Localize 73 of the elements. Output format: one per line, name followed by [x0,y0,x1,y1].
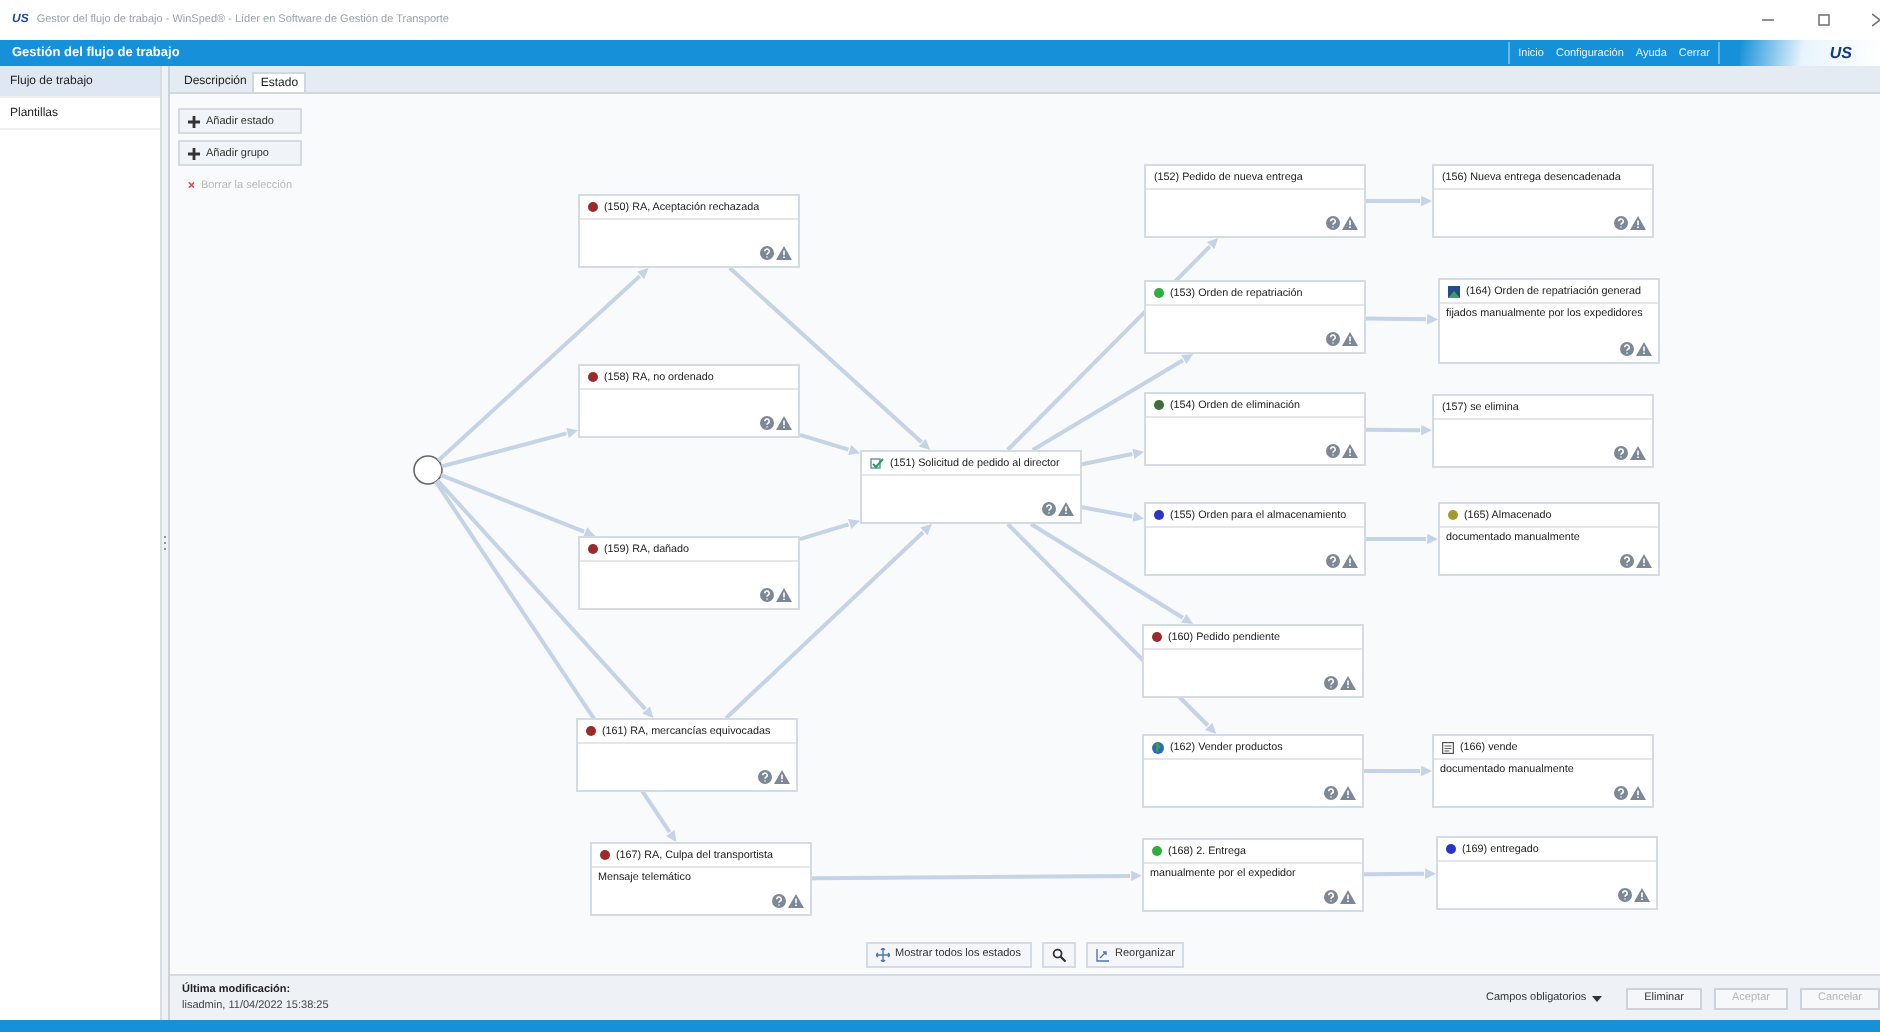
checkmark-icon [870,457,884,469]
warning-icon[interactable] [1058,502,1074,516]
x-icon [188,180,195,190]
maximize-icon[interactable] [1816,12,1832,28]
status-dot [588,202,598,212]
help-icon[interactable] [1326,216,1340,230]
arrange-icon [1095,947,1109,961]
status-dot [1152,632,1162,642]
warning-icon[interactable] [1630,786,1646,800]
status-dot [1446,844,1456,854]
search-icon [1051,947,1065,961]
company-logo: US [1740,40,1880,66]
help-icon[interactable] [1042,502,1056,516]
warning-icon[interactable] [1342,216,1358,230]
help-icon[interactable] [760,416,774,430]
warning-icon[interactable] [1342,554,1358,568]
help-icon[interactable] [1324,676,1338,690]
warning-icon[interactable] [776,416,792,430]
splitter-handle[interactable] [162,66,170,1020]
connector-arrow [1364,765,1432,777]
toolbar-button[interactable] [1041,941,1075,967]
connector-arrow [1366,424,1432,436]
warning-icon[interactable] [1340,786,1356,800]
warning-icon[interactable] [1630,446,1646,460]
status-dot [1152,846,1162,856]
help-icon[interactable] [1324,890,1338,904]
warning-icon[interactable] [1340,890,1356,904]
arrows-icon [875,947,890,961]
warning-icon[interactable] [1636,554,1652,568]
help-icon[interactable] [1620,554,1634,568]
warning-icon[interactable] [1630,216,1646,230]
image-icon [1448,285,1460,297]
help-icon[interactable] [1614,216,1628,230]
help-icon[interactable] [1324,786,1338,800]
start-node[interactable] [413,455,443,485]
status-dot [1154,510,1164,520]
status-dot [1154,288,1164,298]
status-dot [588,372,598,382]
help-icon[interactable] [1326,444,1340,458]
close-icon[interactable] [1872,12,1880,28]
help-icon[interactable] [760,588,774,602]
warning-icon[interactable] [1340,676,1356,690]
help-icon[interactable] [1614,446,1628,460]
help-icon[interactable] [758,770,772,784]
warning-icon[interactable] [788,894,804,908]
help-icon[interactable] [1614,786,1628,800]
warning-icon[interactable] [774,770,790,784]
help-icon[interactable] [772,894,786,908]
help-icon[interactable] [1618,888,1632,902]
connector-arrow [1365,314,1438,325]
status-dot [600,850,610,860]
plus-icon [188,115,200,127]
status-dot [1154,400,1164,410]
status-dot [588,544,598,554]
connector-arrow [1366,195,1432,207]
warning-icon[interactable] [776,588,792,602]
status-dot [586,726,596,736]
warning-icon[interactable] [1342,444,1358,458]
caret-icon [1592,995,1603,1001]
plus-icon [188,147,200,159]
warning-icon[interactable] [1342,332,1358,346]
warning-icon[interactable] [776,246,792,260]
globe-icon [1152,741,1164,753]
connector-arrow [1364,868,1436,880]
status-dot [1448,510,1458,520]
help-icon[interactable] [1620,342,1634,356]
help-icon[interactable] [1326,332,1340,346]
help-icon[interactable] [760,246,774,260]
document-icon [1442,741,1454,753]
warning-icon[interactable] [1636,342,1652,356]
help-icon[interactable] [1326,554,1340,568]
connector-arrow [1366,533,1438,545]
warning-icon[interactable] [1634,888,1650,902]
